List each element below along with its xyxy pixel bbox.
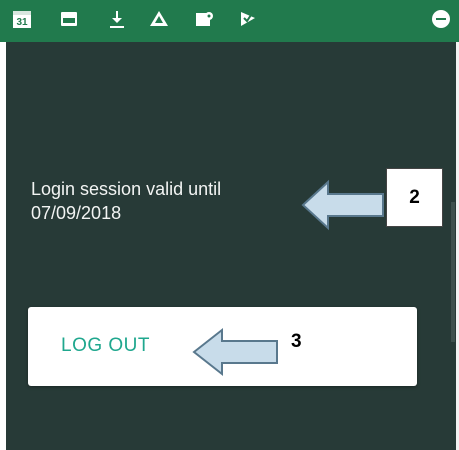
calendar-icon[interactable]: 31 — [11, 8, 33, 30]
logout-button-label: LOG OUT — [61, 335, 151, 356]
callout-arrow-3 — [191, 326, 279, 383]
session-line-1: Login session valid until — [31, 179, 222, 199]
minus-circle-icon[interactable] — [430, 8, 452, 30]
session-line-2: 07/09/2018 — [31, 203, 122, 223]
scrollbar[interactable] — [451, 202, 455, 342]
image-icon[interactable] — [58, 8, 80, 30]
status-bar: 31 — [0, 0, 459, 42]
callout-2-label: 2 — [409, 186, 420, 208]
session-panel: Login session valid until 07/09/2018 LOG… — [0, 42, 459, 450]
check-flag-icon[interactable] — [237, 8, 259, 30]
callout-arrow-2 — [300, 178, 385, 237]
callout-3-label: 3 — [291, 331, 302, 352]
map-icon[interactable] — [194, 8, 216, 30]
svg-text:31: 31 — [16, 17, 28, 28]
callout-box-2: 2 — [386, 168, 443, 227]
left-edge — [0, 42, 6, 450]
login-session-text: Login session valid until 07/09/2018 — [31, 177, 331, 225]
download-icon[interactable] — [106, 8, 128, 30]
drive-icon[interactable] — [148, 8, 170, 30]
